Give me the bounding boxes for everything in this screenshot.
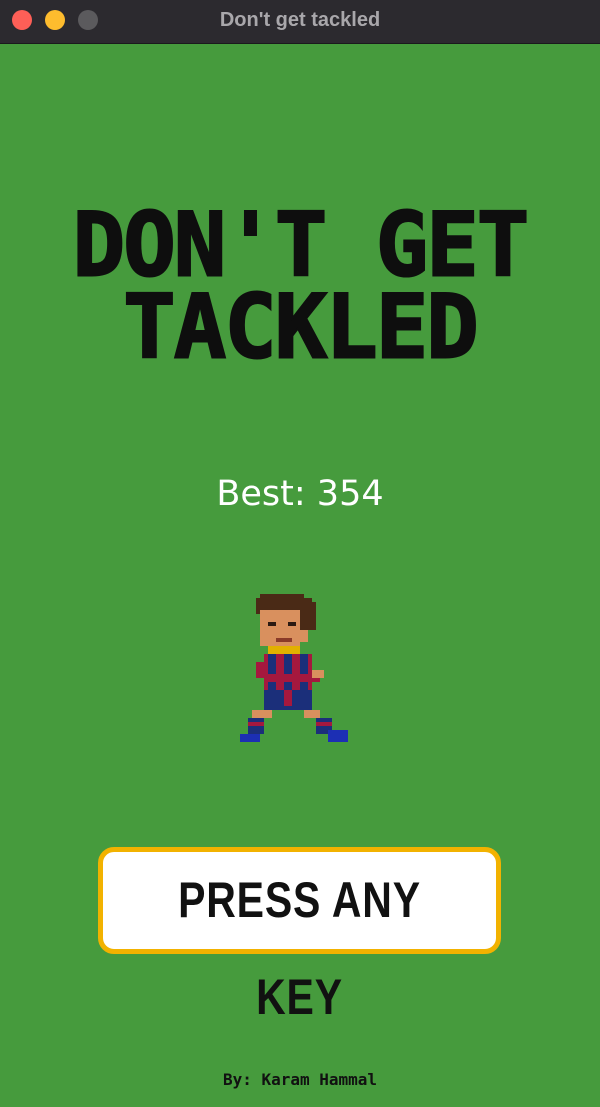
- game-screen[interactable]: DON'T GET TACKLED Best: 354 PRESS ANY KE…: [0, 44, 600, 1107]
- best-score: Best: 354: [216, 474, 384, 514]
- press-any-key-label: PRESS ANY KEY: [178, 872, 421, 1025]
- author-credit: By: Karam Hammal: [222, 1070, 378, 1089]
- game-title: DON'T GET TACKLED: [0, 193, 600, 379]
- window-titlebar: Don't get tackled: [0, 0, 600, 44]
- press-any-key-button[interactable]: PRESS ANY KEY: [98, 847, 501, 1025]
- game-window: Don't get tackled DON'T GET TACKLED Best…: [0, 0, 600, 1107]
- game-title-line-2: TACKLED: [122, 275, 480, 379]
- window-title: Don't get tackled: [219, 9, 381, 31]
- game-title-line-1: DON'T GET: [72, 193, 531, 297]
- player-sprite: [240, 594, 348, 742]
